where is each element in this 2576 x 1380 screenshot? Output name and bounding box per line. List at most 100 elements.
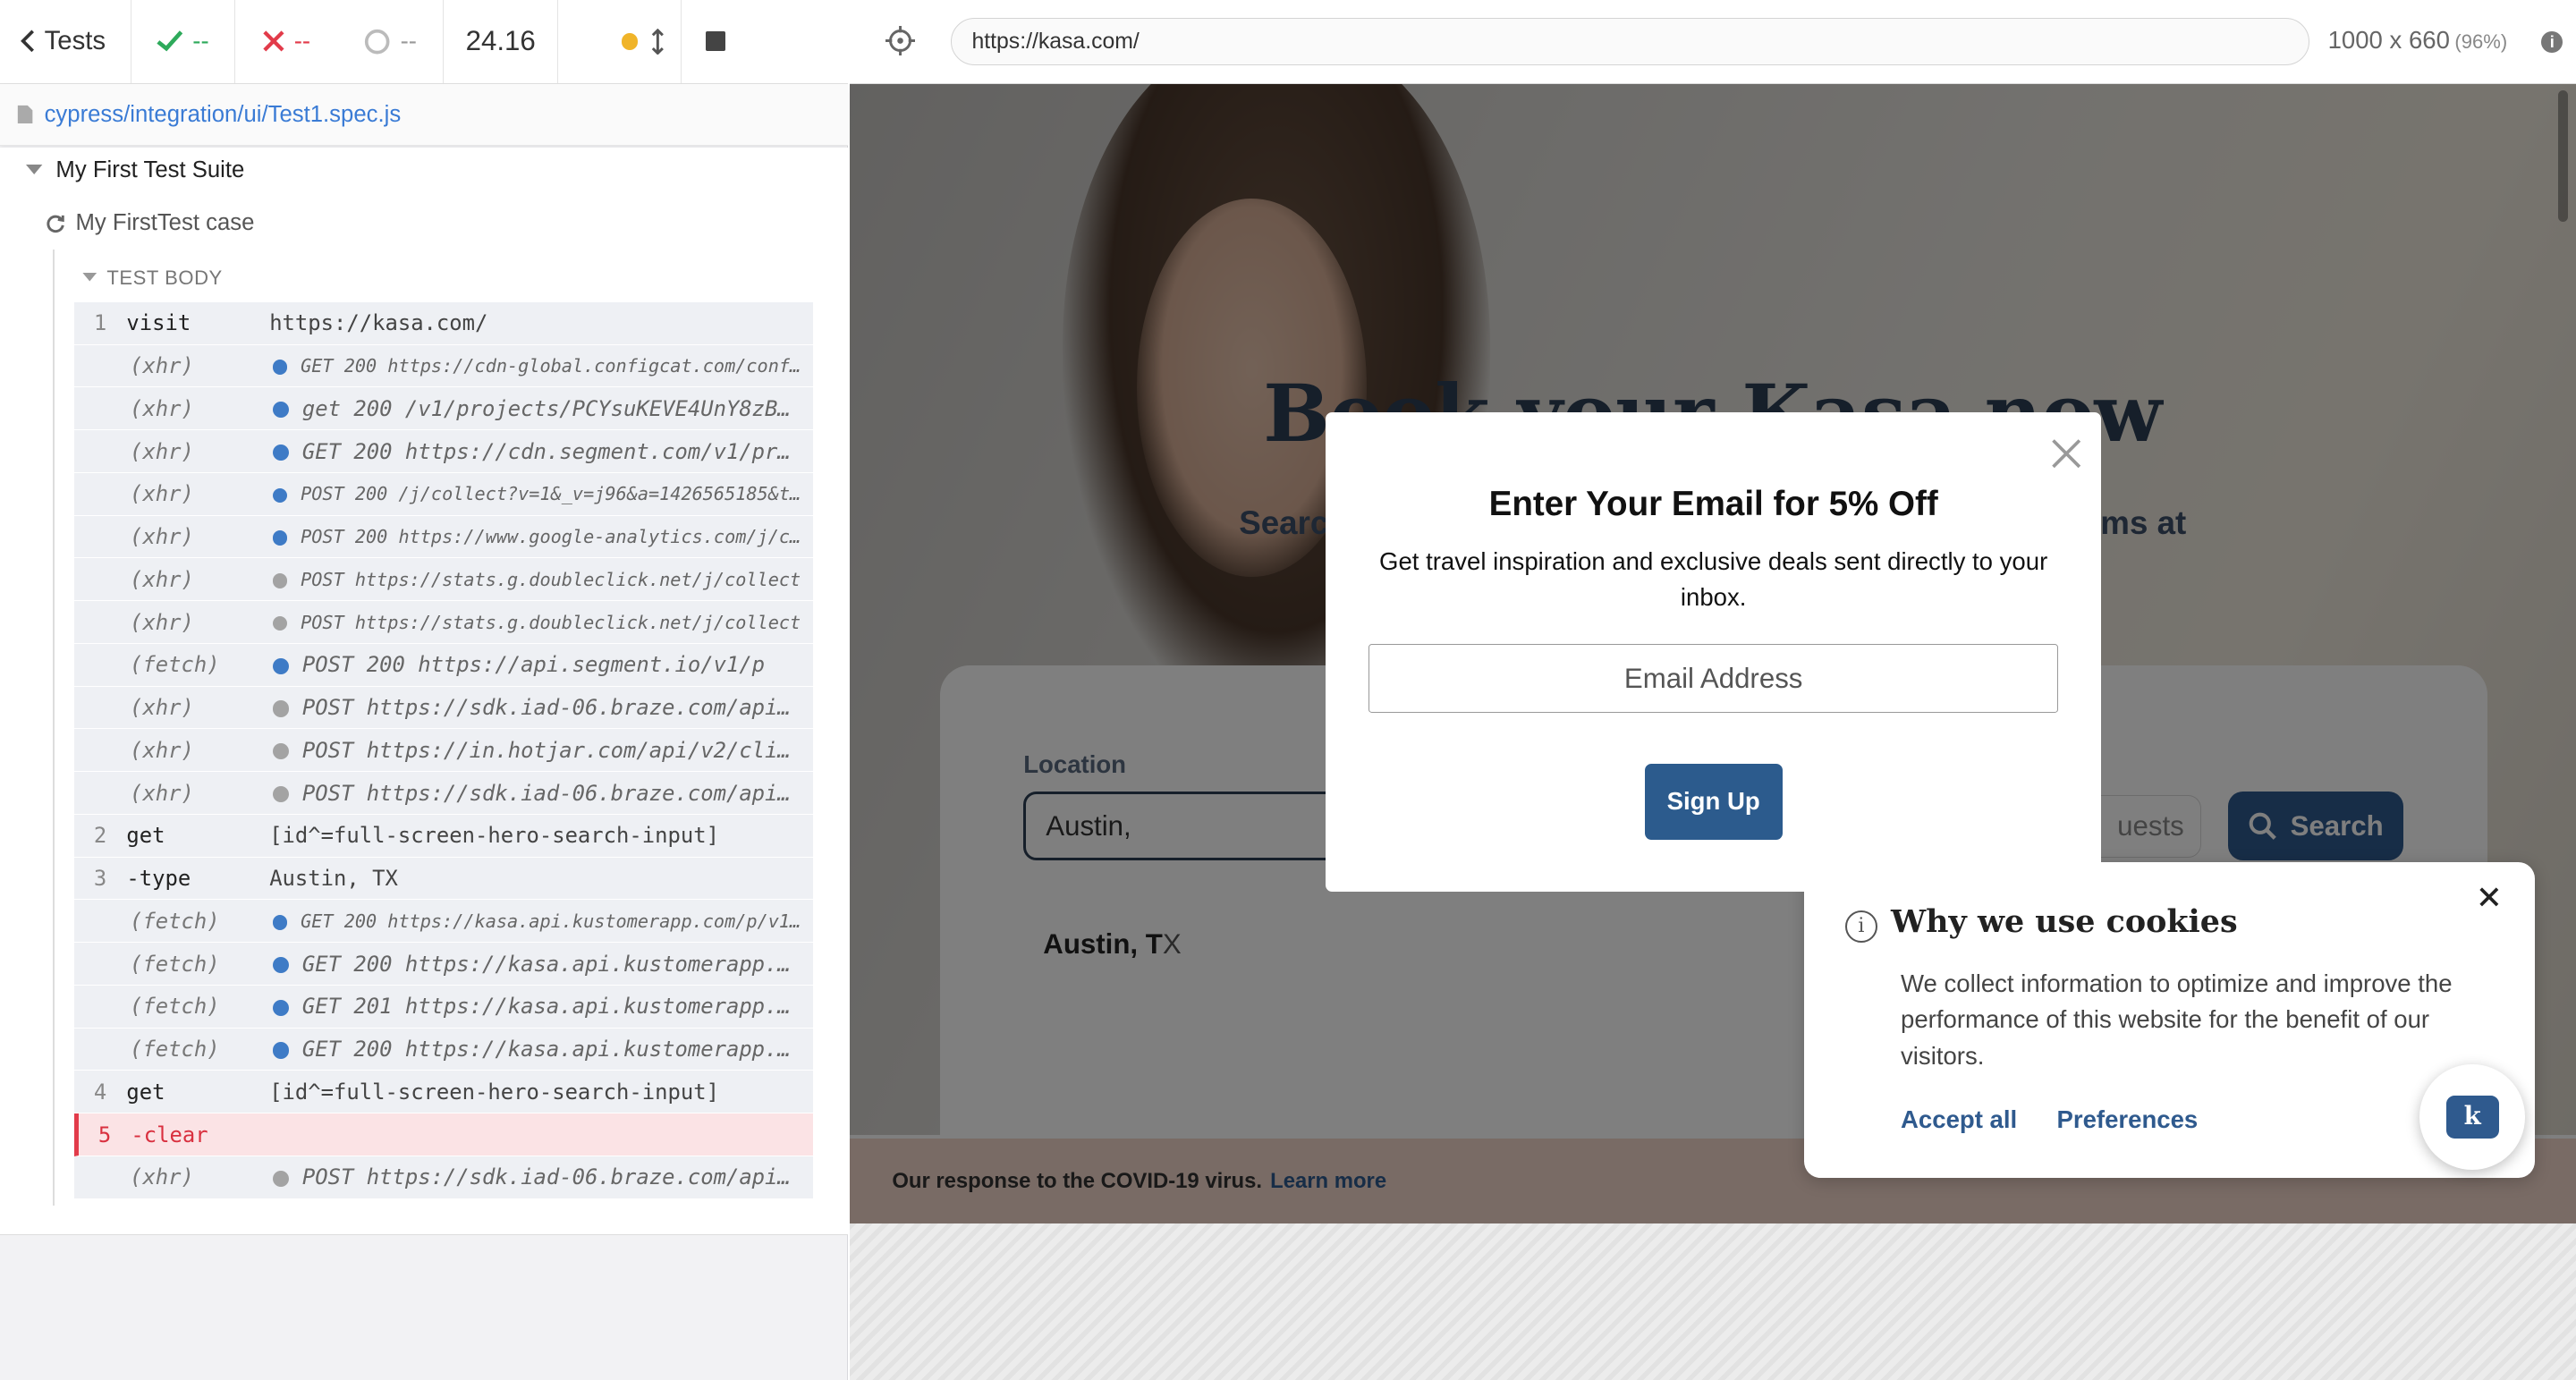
url-field[interactable]: https://kasa.com/ [951, 18, 2310, 66]
scroll-arrows-icon [651, 28, 665, 55]
request-row[interactable]: (xhr) POST 200 https://www.google-analyti… [73, 515, 814, 559]
status-dot-icon [272, 915, 288, 930]
command-name: (xhr) [130, 609, 194, 635]
spec-file-bar[interactable]: cypress/integration/ui/Test1.spec.js [0, 83, 848, 147]
request-row[interactable]: (xhr) GET 200 https://cdn-global.configca… [73, 344, 814, 388]
command-message-text: POST https://sdk.iad-06.braze.com/api/v3… [301, 780, 814, 806]
command-name: visit [126, 310, 191, 336]
command-row[interactable]: 1 visit https://kasa.com/ [73, 301, 814, 345]
command-name: (fetch) [130, 652, 220, 678]
request-row[interactable]: (xhr) get 200 /v1/projects/PCYsuKEVE4UnY8… [73, 387, 814, 431]
command-message-text: GET 200 https://kasa.api.kustomerapp.com… [301, 951, 814, 977]
auto-scroll-toggle[interactable] [558, 0, 682, 84]
runner-header: Tests -- -- -- 24.16 [0, 0, 848, 84]
command-row[interactable]: 3 -type Austin, TX [73, 857, 814, 901]
test-case-title[interactable]: My FirstTest case [46, 210, 254, 236]
command-log: My First Test Suite My FirstTest case TE… [0, 148, 848, 1236]
command-message-text: POST https://stats.g.doubleclick.net/j/c… [301, 611, 801, 633]
status-dot-icon [272, 1170, 290, 1187]
sign-up-button[interactable]: Sign Up [1644, 764, 1783, 840]
failed-count: -- [293, 27, 311, 55]
request-row[interactable]: (fetch) GET 200 https://kasa.api.kustomer… [73, 943, 814, 986]
command-message: POST https://sdk.iad-06.braze.com/api/v3… [272, 780, 814, 806]
modal-close-icon[interactable] [2048, 436, 2084, 471]
command-message-text: GET 200 https://kasa.api.kustomerapp.com… [301, 1037, 814, 1063]
tests-label: Tests [44, 26, 106, 56]
pending-spinner-icon [365, 29, 390, 55]
request-row[interactable]: (xhr) POST https://in.hotjar.com/api/v2/c… [73, 729, 814, 773]
request-row[interactable]: (xhr) GET 200 https://cdn.segment.com/v1/… [73, 430, 814, 473]
status-dot-icon [272, 402, 290, 419]
modal-text: Get travel inspiration and exclusive dea… [1379, 546, 2048, 612]
selector-playground-crosshair-icon[interactable] [885, 26, 916, 56]
status-dot-icon [272, 573, 288, 588]
command-message-text: GET 200 https://cdn-global.configcat.com… [301, 355, 813, 377]
command-message: POST https://stats.g.doubleclick.net/j/c… [272, 611, 813, 633]
spec-path-link[interactable]: cypress/integration/ui/Test1.spec.js [45, 102, 402, 128]
request-row[interactable]: (xhr) POST https://sdk.iad-06.braze.com/a… [73, 686, 814, 730]
failed-stat: -- [235, 0, 339, 83]
accept-all-button[interactable]: Accept all [1901, 1105, 2017, 1134]
request-row[interactable]: (xhr) POST https://stats.g.doubleclick.ne… [73, 601, 814, 644]
command-name: (xhr) [130, 695, 194, 721]
viewport-scale: (96%) [2454, 30, 2508, 54]
command-name: (fetch) [130, 908, 220, 934]
command-message: get 200 /v1/projects/PCYsuKEVE4UnY8zBhLD… [272, 395, 814, 421]
suite-title[interactable]: My First Test Suite [26, 157, 244, 183]
app-iframe: Book your Kasa now Search for stylishly-… [849, 83, 2576, 1224]
command-row[interactable]: 4 get [id^=full-screen-hero-search-input] [73, 1071, 814, 1114]
command-name: get [126, 823, 165, 849]
test-case-label: My FirstTest case [75, 210, 255, 236]
chat-launcher-button[interactable]: k [2419, 1064, 2525, 1170]
status-dot-icon [272, 700, 290, 717]
preferences-button[interactable]: Preferences [2057, 1105, 2199, 1134]
info-icon[interactable]: i [2541, 30, 2563, 53]
command-message-text: POST 200 https://www.google-analytics.co… [301, 526, 814, 548]
request-row[interactable]: (xhr) POST https://sdk.iad-06.braze.com/a… [73, 1156, 814, 1199]
status-dot-icon [272, 444, 290, 461]
request-row[interactable]: (fetch) POST 200 https://api.segment.io/v… [73, 643, 814, 687]
email-input[interactable]: Email Address [1368, 643, 2059, 714]
page-scrollbar[interactable] [2557, 90, 2568, 222]
command-name: -clear [131, 1122, 208, 1147]
command-row[interactable]: 2 get [id^=full-screen-hero-search-input] [73, 814, 814, 858]
suite-label: My First Test Suite [55, 157, 245, 183]
command-list: 1 visit https://kasa.com/ (xhr) GET 200 http… [73, 301, 814, 1199]
aut-header: https://kasa.com/ 1000 x 660 (96%) i [849, 0, 2576, 84]
status-dot-icon [272, 999, 290, 1016]
viewport-dimensions: 1000 x 660 [2327, 26, 2450, 55]
tree-line [52, 250, 55, 1206]
command-number: 5 [97, 1122, 112, 1147]
stop-button[interactable] [682, 0, 749, 83]
command-message-text: POST https://stats.g.doubleclick.net/j/c… [301, 568, 801, 590]
command-message: POST https://in.hotjar.com/api/v2/client… [272, 738, 813, 763]
command-name: (xhr) [130, 438, 194, 464]
command-name: (xhr) [130, 566, 194, 592]
request-row[interactable]: (fetch) GET 200 https://kasa.api.kustomer… [73, 900, 814, 944]
command-number: 1 [93, 310, 107, 336]
cookie-text: We collect information to optimize and i… [1901, 969, 2453, 1070]
request-row[interactable]: (xhr) POST https://stats.g.doubleclick.ne… [73, 558, 814, 602]
command-number: 2 [93, 823, 107, 849]
command-message-text: GET 200 https://kasa.api.kustomerapp.com… [301, 910, 813, 932]
request-row[interactable]: (xhr) POST https://sdk.iad-06.braze.com/a… [73, 772, 814, 815]
request-row[interactable]: (fetch) GET 200 https://kasa.api.kustomer… [73, 1028, 814, 1071]
check-icon [157, 30, 183, 52]
command-name: (xhr) [130, 1164, 194, 1190]
status-dot-icon [272, 360, 288, 375]
caret-down-icon [26, 165, 43, 175]
command-message: [id^=full-screen-hero-search-input] [269, 1079, 813, 1105]
command-name: (xhr) [130, 481, 194, 507]
command-name: get [126, 1079, 165, 1105]
command-message-text: GET 200 https://cdn.segment.com/v1/proje… [301, 438, 813, 464]
running-indicator-icon [622, 33, 639, 50]
command-name: (xhr) [130, 524, 194, 550]
test-body-header[interactable]: TEST BODY [82, 267, 223, 290]
command-row[interactable]: 5 -clear [73, 1113, 814, 1156]
request-row[interactable]: (xhr) POST 200 /j/collect?v=1&_v=j96&a=14… [73, 472, 814, 516]
request-row[interactable]: (fetch) GET 201 https://kasa.api.kustomer… [73, 985, 814, 1029]
tests-button[interactable]: Tests [0, 0, 131, 84]
cookie-close-icon[interactable] [2478, 885, 2501, 909]
aut-panel: https://kasa.com/ 1000 x 660(96%) i Book… [849, 0, 2576, 1380]
command-message-text: get 200 /v1/projects/PCYsuKEVE4UnY8zBhLD… [301, 395, 814, 421]
